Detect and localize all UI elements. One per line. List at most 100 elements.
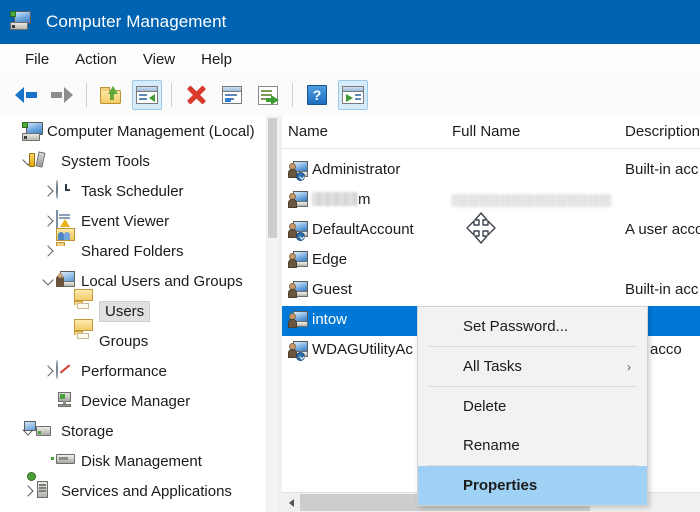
user-name-cell: m xyxy=(312,191,371,208)
menu-bar: File Action View Help xyxy=(0,44,700,75)
tree-item-label: Task Scheduler xyxy=(81,182,184,200)
tree-item-disk-management[interactable]: Disk Management xyxy=(0,446,266,476)
table-row[interactable]: Guest Built-in acc xyxy=(282,276,700,306)
clock-icon xyxy=(56,180,76,201)
menu-help[interactable]: Help xyxy=(190,48,243,71)
redacted-full-name-block xyxy=(452,194,612,207)
tree-item-groups[interactable]: Groups xyxy=(0,319,266,356)
scrollbar-thumb[interactable] xyxy=(268,118,277,238)
tree-item-label: Local Users and Groups xyxy=(81,272,243,290)
user-account-icon xyxy=(288,341,309,361)
tree-item-local-users-and-groups[interactable]: Local Users and Groups xyxy=(0,266,266,296)
tree-item-device-manager[interactable]: Device Manager xyxy=(0,386,266,416)
column-header-name[interactable]: Name xyxy=(288,123,328,140)
back-arrow-icon xyxy=(15,87,37,103)
list-header: Name Full Name Description xyxy=(282,116,700,149)
tree-item-label: Disk Management xyxy=(81,452,202,470)
tree-twisty-right-icon[interactable] xyxy=(40,363,56,379)
toolbar-separator-2 xyxy=(171,83,172,107)
context-menu-item-properties[interactable]: Properties xyxy=(418,466,647,505)
back-button[interactable] xyxy=(11,80,41,110)
question-mark-icon: ? xyxy=(307,85,327,105)
move-cursor xyxy=(466,212,496,244)
tree-item-computer-management[interactable]: Computer Management (Local) xyxy=(0,116,266,146)
context-menu-item-label: Properties xyxy=(463,477,538,494)
user-description-cell: A user acco xyxy=(625,221,700,238)
console-tree-icon xyxy=(136,86,158,104)
performance-icon xyxy=(56,360,76,381)
user-name-cell: Edge xyxy=(312,251,348,268)
export-list-icon xyxy=(258,85,279,105)
menu-view[interactable]: View xyxy=(132,48,186,71)
toolbar-separator-1 xyxy=(86,83,87,107)
properties-window-icon xyxy=(222,86,242,104)
tree-twisty-right-icon[interactable] xyxy=(40,243,56,259)
scroll-left-arrow-icon[interactable] xyxy=(282,493,300,512)
tree-twisty xyxy=(6,123,22,139)
menu-file[interactable]: File xyxy=(14,48,60,71)
column-header-full-name[interactable]: Full Name xyxy=(452,123,520,140)
tree-item-system-tools[interactable]: System Tools xyxy=(0,146,266,176)
help-button[interactable]: ? xyxy=(302,80,332,110)
toolbar-separator-3 xyxy=(292,83,293,107)
computer-management-window: Computer Management File Action View Hel… xyxy=(0,0,700,512)
tree-item-performance[interactable]: Performance xyxy=(0,356,266,386)
context-menu-item-set-password[interactable]: Set Password... xyxy=(418,307,647,346)
local-users-icon xyxy=(56,271,76,291)
user-account-icon xyxy=(288,221,309,241)
folder-icon xyxy=(74,319,94,351)
system-tools-icon xyxy=(29,151,56,171)
window-title: Computer Management xyxy=(46,12,227,31)
tree-item-storage[interactable]: Storage xyxy=(0,416,266,446)
show-action-pane-button[interactable] xyxy=(338,80,368,110)
context-menu-item-delete[interactable]: Delete xyxy=(418,387,647,426)
tree-twisty-right-icon[interactable] xyxy=(40,183,56,199)
computer-management-icon xyxy=(10,10,36,34)
forward-button[interactable] xyxy=(47,80,77,110)
red-x-icon xyxy=(186,85,207,105)
context-menu-item-label: Delete xyxy=(463,398,507,415)
tree-item-label: Storage xyxy=(61,422,114,440)
context-menu[interactable]: Set Password... All Tasks › Delete Renam… xyxy=(417,306,648,506)
user-name-cell: WDAGUtilityAc xyxy=(312,341,413,358)
context-menu-item-label: Set Password... xyxy=(463,318,569,335)
tree-item-label: Event Viewer xyxy=(81,212,170,230)
user-account-icon xyxy=(288,311,309,331)
tree-item-services-and-applications[interactable]: Services and Applications xyxy=(0,472,266,506)
disk-icon xyxy=(51,451,76,471)
tree-item-label: Services and Applications xyxy=(61,482,232,500)
menu-action[interactable]: Action xyxy=(64,48,128,71)
up-one-level-button[interactable] xyxy=(96,80,126,110)
tree-item-users[interactable]: Users xyxy=(0,289,266,326)
context-menu-item-all-tasks[interactable]: All Tasks › xyxy=(418,347,647,386)
user-description-cell: Built-in acc xyxy=(625,161,699,178)
context-menu-item-rename[interactable]: Rename xyxy=(418,426,647,465)
tree-item-event-viewer[interactable]: Event Viewer xyxy=(0,206,266,236)
tree-twisty-right-icon[interactable] xyxy=(40,213,56,229)
table-row[interactable]: Edge xyxy=(282,246,700,276)
tree-item-label: Computer Management (Local) xyxy=(47,122,255,140)
delete-button[interactable] xyxy=(181,80,211,110)
column-header-description[interactable]: Description xyxy=(625,123,700,140)
tree-item-label: Users xyxy=(99,300,151,322)
user-name-cell: intow xyxy=(312,311,348,328)
redacted-name-block xyxy=(312,192,358,206)
tree-twisty-right-icon[interactable] xyxy=(20,483,36,499)
console-tree[interactable]: Computer Management (Local) System Tools… xyxy=(0,116,266,512)
run-window-icon xyxy=(342,86,364,104)
chevron-right-icon: › xyxy=(627,359,631,374)
tree-item-shared-folders[interactable]: Shared Folders xyxy=(0,228,266,266)
tree-twisty-down-icon[interactable] xyxy=(40,273,56,289)
tree-item-label: Device Manager xyxy=(81,392,191,410)
export-list-button[interactable] xyxy=(253,80,283,110)
tree-item-label: Performance xyxy=(81,362,167,380)
storage-icon xyxy=(24,421,56,441)
properties-button[interactable] xyxy=(217,80,247,110)
user-account-icon xyxy=(288,281,309,301)
table-row[interactable]: Administrator Built-in acc xyxy=(282,156,700,186)
user-account-icon xyxy=(288,191,309,211)
show-hide-console-tree-button[interactable] xyxy=(132,80,162,110)
context-menu-item-label: All Tasks xyxy=(463,358,522,375)
tree-item-task-scheduler[interactable]: Task Scheduler xyxy=(0,176,266,206)
context-menu-item-label: Rename xyxy=(463,437,520,454)
